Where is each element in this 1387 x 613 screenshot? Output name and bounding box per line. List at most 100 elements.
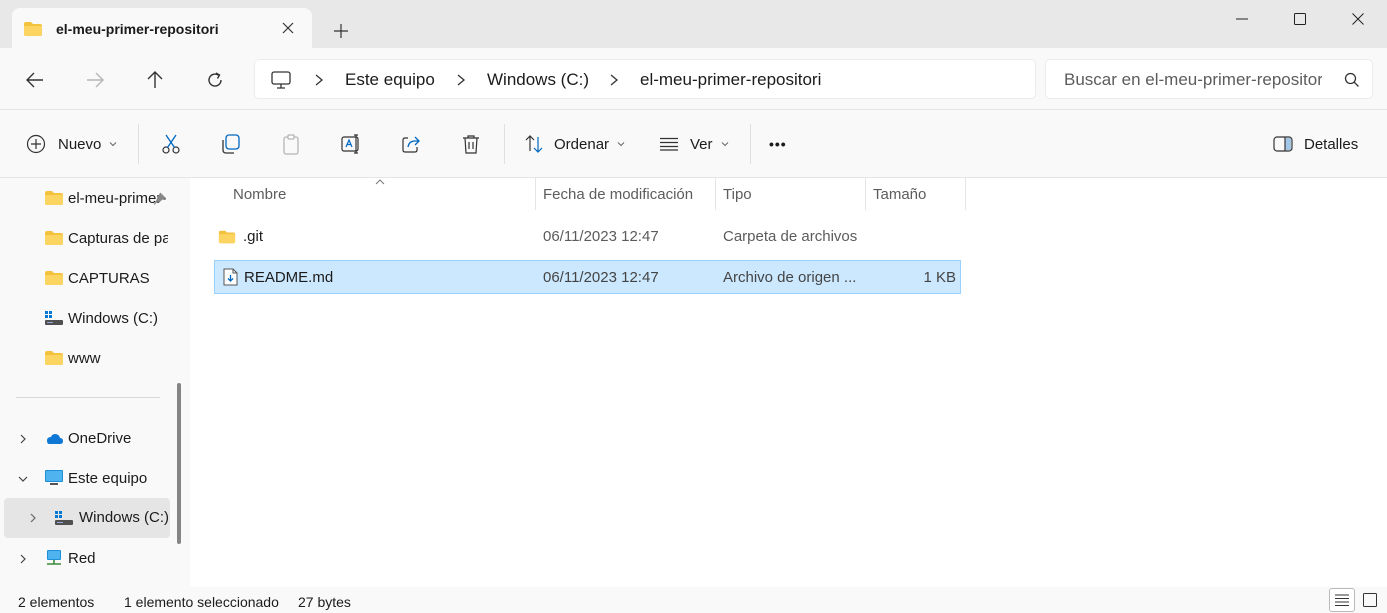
item-count: 2 elementos: [18, 594, 95, 610]
breadcrumb-windows-c[interactable]: Windows (C:): [487, 70, 589, 90]
pin-icon: [153, 192, 166, 205]
column-divider[interactable]: [865, 178, 866, 210]
sidebar-item-label: Windows (C:): [79, 509, 170, 526]
toolbar-separator: [750, 124, 751, 164]
sidebar-item-label: Capturas de pantalla: [68, 229, 168, 247]
details-view-icon: [1335, 594, 1349, 606]
cut-button[interactable]: [160, 128, 182, 160]
details-view-button[interactable]: [1329, 588, 1355, 612]
column-header-modified[interactable]: Fecha de modificación: [543, 186, 693, 203]
delete-button[interactable]: [460, 128, 482, 160]
sidebar-item-repo[interactable]: el-meu-primer-repositori: [44, 180, 166, 216]
sidebar-item-windows-c-selected[interactable]: Windows (C:): [4, 498, 170, 538]
table-row[interactable]: .git 06/11/2023 12:47 Carpeta de archivo…: [214, 220, 961, 254]
plus-circle-icon: [26, 134, 46, 154]
sidebar-item-capturas[interactable]: CAPTURAS: [44, 260, 168, 296]
column-divider[interactable]: [965, 178, 966, 210]
tab-close-button[interactable]: [278, 18, 298, 38]
chevron-right-icon: [457, 74, 466, 86]
refresh-button[interactable]: [200, 65, 230, 95]
sidebar-item-label: OneDrive: [68, 429, 132, 447]
toolbar-separator: [504, 124, 505, 164]
details-pane-button[interactable]: Detalles: [1273, 128, 1358, 160]
column-divider[interactable]: [535, 178, 536, 210]
arrow-up-icon: [147, 71, 163, 88]
folder-icon: [45, 191, 63, 205]
status-bar: 2 elementos 1 elemento seleccionado 27 b…: [0, 587, 1387, 613]
breadcrumb-este-equipo[interactable]: Este equipo: [345, 70, 435, 90]
sidebar-item-label: CAPTURAS: [68, 269, 150, 287]
search-box[interactable]: Buscar en el-meu-primer-repositori: [1045, 59, 1373, 99]
chevron-right-icon: [610, 74, 619, 86]
chevron-right-icon: [315, 74, 324, 86]
minimize-button[interactable]: [1219, 4, 1265, 34]
sidebar-item-www[interactable]: www: [44, 340, 168, 376]
tab-title: el-meu-primer-repositori: [56, 21, 219, 37]
chevron-down-icon: [110, 142, 117, 147]
navigation-pane: el-meu-primer-repositori Capturas de pan…: [0, 178, 190, 587]
file-modified: 06/11/2023 12:47: [543, 269, 659, 286]
sidebar-item-label: Windows (C:): [68, 309, 159, 327]
sidebar-scrollbar[interactable]: [177, 383, 181, 544]
paste-button[interactable]: [280, 128, 302, 160]
breadcrumb-current-folder[interactable]: el-meu-primer-repositori: [640, 70, 821, 90]
address-bar[interactable]: Este equipo Windows (C:) el-meu-primer-r…: [254, 59, 1036, 99]
chevron-right-icon[interactable]: [27, 512, 39, 524]
chevron-down-icon: [617, 142, 625, 147]
sidebar-item-capturas-pantalla[interactable]: Capturas de pantalla: [44, 220, 168, 256]
column-divider[interactable]: [715, 178, 716, 210]
sort-icon: [525, 135, 543, 153]
more-options-button[interactable]: •••: [769, 128, 787, 160]
table-row-selected[interactable]: README.md 06/11/2023 12:47 Archivo de or…: [214, 260, 961, 294]
details-pane-icon: [1273, 136, 1293, 152]
file-size: 1 KB: [923, 269, 956, 286]
file-modified: 06/11/2023 12:47: [543, 228, 659, 245]
column-header-name[interactable]: Nombre: [233, 186, 286, 203]
sort-button[interactable]: Ordenar: [524, 128, 625, 160]
close-window-button[interactable]: [1335, 4, 1381, 34]
folder-icon: [24, 22, 42, 36]
minimize-icon: [1236, 18, 1248, 20]
sidebar-item-este-equipo[interactable]: Este equipo: [44, 460, 168, 496]
search-icon: [1344, 72, 1359, 87]
column-header-size[interactable]: Tamaño: [873, 186, 926, 203]
copy-icon: [222, 134, 240, 154]
close-icon: [282, 22, 294, 34]
chevron-right-icon[interactable]: [17, 553, 29, 565]
folder-icon: [45, 351, 63, 365]
chevron-right-icon[interactable]: [17, 433, 29, 445]
column-header-type[interactable]: Tipo: [723, 186, 752, 203]
sidebar-item-onedrive[interactable]: OneDrive: [44, 420, 168, 456]
sidebar-item-red[interactable]: Red: [44, 540, 168, 576]
tiles-view-button[interactable]: [1357, 588, 1383, 612]
rename-button[interactable]: [340, 128, 362, 160]
sidebar-item-label: www: [68, 349, 101, 367]
title-bar: el-meu-primer-repositori: [0, 0, 1387, 48]
maximize-button[interactable]: [1277, 4, 1323, 34]
search-input[interactable]: Buscar en el-meu-primer-repositori: [1064, 70, 1322, 90]
new-tab-button[interactable]: [330, 20, 352, 42]
chevron-down-icon[interactable]: [17, 473, 29, 485]
share-icon: [402, 136, 420, 153]
selection-size: 27 bytes: [298, 594, 351, 610]
back-button[interactable]: [20, 65, 50, 95]
file-list: Nombre Fecha de modificación Tipo Tamaño…: [190, 178, 1387, 587]
copy-button[interactable]: [220, 128, 242, 160]
chevron-down-icon: [721, 142, 728, 147]
tab-active[interactable]: el-meu-primer-repositori: [12, 8, 312, 48]
network-icon: [47, 550, 61, 565]
share-button[interactable]: [400, 128, 422, 160]
close-icon: [1352, 13, 1364, 25]
markdown-file-icon: [223, 268, 238, 286]
sidebar-item-label: Este equipo: [68, 469, 148, 487]
delete-icon: [463, 135, 479, 154]
new-button[interactable]: Nuevo: [26, 128, 117, 160]
computer-icon: [271, 71, 291, 89]
sidebar-item-windows-c-quick[interactable]: Windows (C:): [44, 300, 168, 336]
arrow-right-icon: [87, 72, 104, 88]
forward-button[interactable]: [80, 65, 110, 95]
toolbar-separator: [138, 124, 139, 164]
view-button[interactable]: Ver: [659, 128, 729, 160]
up-button[interactable]: [140, 65, 170, 95]
rename-icon: [341, 134, 359, 154]
